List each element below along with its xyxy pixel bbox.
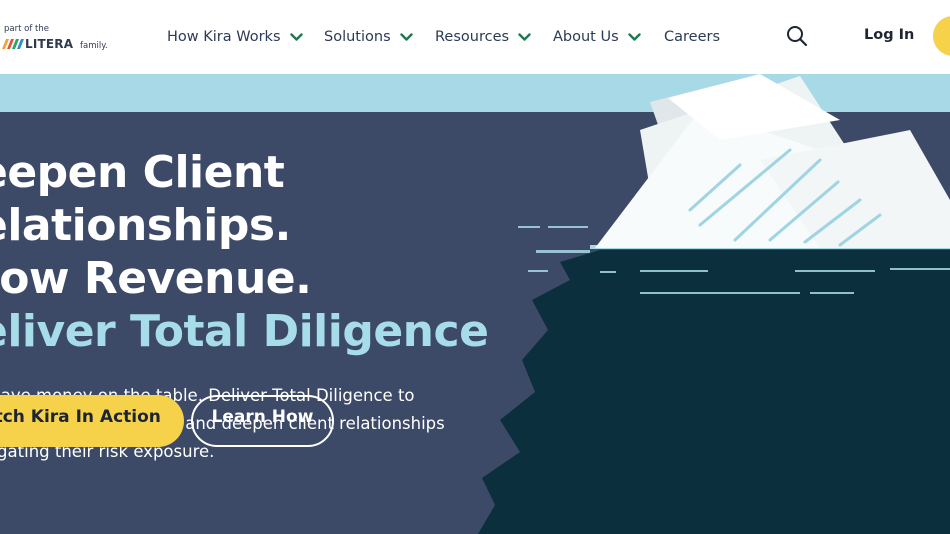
- nav-item-about-us[interactable]: About Us: [553, 26, 641, 48]
- litera-logo-icon: [2, 39, 24, 49]
- watch-kira-button[interactable]: atch Kira In Action: [0, 395, 184, 447]
- headline-line-4: eliver Total Diligence: [0, 306, 489, 357]
- learn-how-button[interactable]: Learn How: [191, 395, 334, 447]
- search-icon[interactable]: [785, 24, 809, 48]
- header-cta-button[interactable]: [933, 16, 950, 56]
- chevron-down-icon: [518, 32, 531, 41]
- chevron-down-icon: [399, 32, 413, 41]
- hero-section: eepen Client elationships. row Revenue. …: [0, 112, 950, 534]
- nav-item-solutions[interactable]: Solutions: [324, 26, 413, 48]
- nav-label: About Us: [553, 29, 619, 45]
- litera-logo[interactable]: part of the LITERA family.: [0, 24, 120, 56]
- login-link[interactable]: Log In: [864, 27, 914, 43]
- nav-label: Solutions: [324, 29, 391, 45]
- logo-tagline: part of the: [4, 24, 49, 34]
- nav-label: How Kira Works: [167, 29, 281, 45]
- chevron-down-icon: [627, 32, 641, 41]
- headline-line-3: row Revenue.: [0, 253, 312, 304]
- nav-item-resources[interactable]: Resources: [435, 26, 531, 48]
- hero-headline: eepen Client elationships. row Revenue. …: [0, 146, 489, 358]
- nav-label: Careers: [664, 29, 721, 45]
- logo-brand: LITERA: [25, 37, 74, 51]
- nav-item-how-kira-works[interactable]: How Kira Works: [167, 26, 303, 48]
- nav-label: Resources: [435, 29, 510, 45]
- site-header: part of the LITERA family. How Kira Work…: [0, 0, 950, 74]
- nav-item-careers[interactable]: Careers: [664, 26, 720, 48]
- headline-line-2: elationships.: [0, 200, 291, 251]
- headline-line-1: eepen Client: [0, 147, 285, 198]
- logo-suffix: family.: [80, 41, 108, 51]
- hero-sky-band: [0, 74, 950, 112]
- chevron-down-icon: [289, 32, 303, 41]
